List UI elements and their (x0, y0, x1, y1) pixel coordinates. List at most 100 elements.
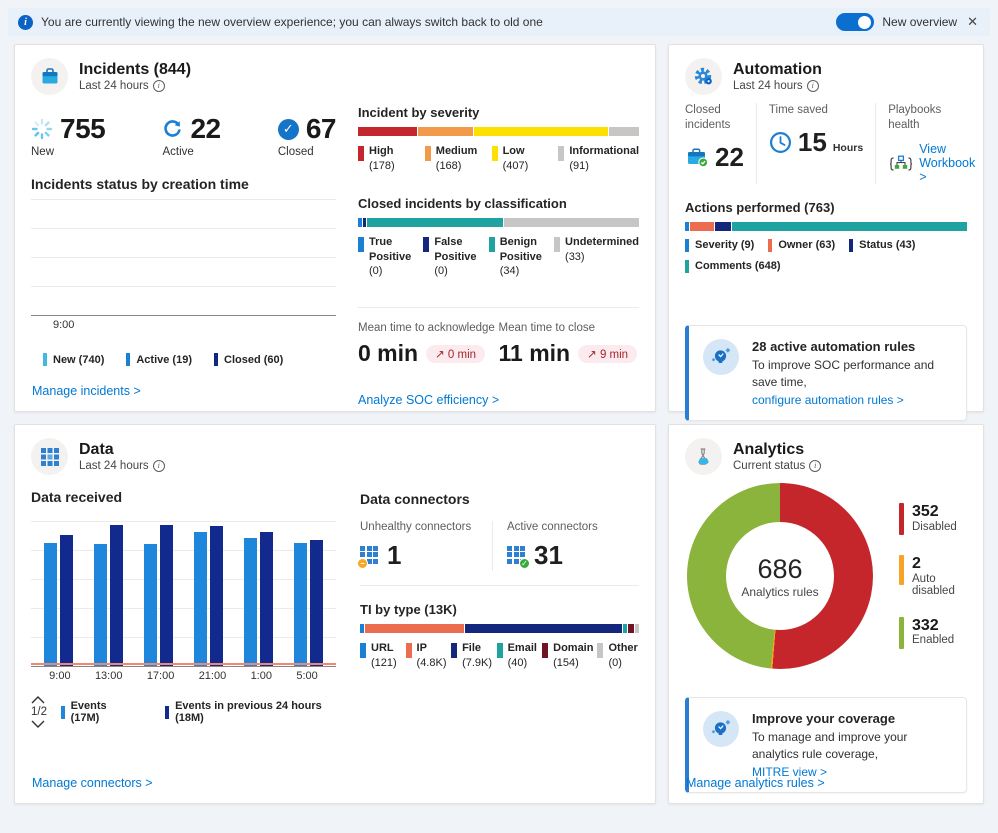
legend-swatch (423, 237, 429, 252)
legend-swatch (406, 643, 412, 658)
new-count: 755 (60, 113, 105, 145)
legend-item: Benign Positive(34) (489, 235, 548, 280)
chevron-down-icon[interactable] (31, 720, 45, 728)
mean-time-acknowledge: Mean time to acknowledge 0 min ↗ 0 min (358, 322, 499, 367)
legend-swatch (554, 237, 560, 252)
analytics-card: Analytics Current status i 686 Analytics … (668, 424, 984, 804)
legend-swatch (492, 146, 498, 161)
view-workbook-link[interactable]: View Workbook > (888, 142, 975, 184)
legend-swatch (43, 353, 47, 366)
toggle-label: New overview (882, 15, 957, 29)
legend-item: Undetermined(33) (554, 235, 639, 280)
legend-item: Comments (648) (685, 260, 781, 273)
legend-swatch (126, 353, 130, 366)
legend-item: High(178) (358, 144, 419, 174)
legend-item: False Positive(0) (423, 235, 482, 280)
data-connectors-title: Data connectors (360, 491, 639, 507)
severity-chart-title: Incident by severity (358, 105, 639, 120)
severity-bar (358, 127, 639, 136)
data-icon (31, 438, 68, 475)
bar-group (44, 519, 73, 666)
toggle-knob (858, 16, 871, 29)
bar-group (194, 519, 223, 666)
ti-legend: URL(121) IP(4.8K) File(7.9K) Email(40) D… (360, 641, 639, 671)
info-icon[interactable]: i (809, 460, 821, 472)
configure-automation-rules-link[interactable]: configure automation rules > (752, 393, 904, 407)
banner-message: You are currently viewing the new overvi… (41, 15, 543, 29)
x-axis-labels: 9:0013:0017:0021:001:005:00 (31, 670, 336, 682)
bar-segment (690, 222, 714, 231)
bar-segment (358, 127, 417, 136)
card-subtitle: Current status (733, 460, 805, 472)
delta-badge: ↗ 0 min (426, 345, 485, 363)
legend-item: IP(4.8K) (406, 641, 448, 671)
stat-new: 755 New (31, 113, 105, 158)
bar-segment (360, 624, 364, 633)
manage-analytics-rules-link[interactable]: Manage analytics rules > (686, 776, 825, 790)
x-axis-label: 17:00 (147, 670, 175, 682)
card-subtitle: Last 24 hours (79, 460, 149, 472)
playbooks-health-stat: Playbooks health View Workbook > (875, 103, 987, 184)
info-icon[interactable]: i (153, 460, 165, 472)
card-title: Analytics (733, 441, 821, 459)
incidents-icon (31, 58, 68, 95)
legend-swatch (849, 239, 853, 252)
creation-chart-title: Incidents status by creation time (31, 176, 336, 192)
legend-item: True Positive(0) (358, 235, 417, 280)
x-axis-label: 9:00 (49, 670, 70, 682)
bar-segment (504, 218, 639, 227)
chevron-up-icon[interactable] (31, 696, 45, 704)
legend-swatch (61, 706, 65, 719)
manage-connectors-link[interactable]: Manage connectors > (32, 776, 153, 790)
actions-bar (685, 222, 967, 231)
analytics-donut-chart: 686 Analytics rules (687, 483, 873, 669)
analyze-soc-efficiency-link[interactable]: Analyze SOC efficiency > (358, 393, 499, 407)
incidents-creation-chart (31, 199, 336, 316)
info-icon[interactable]: i (153, 80, 165, 92)
bar-segment (628, 624, 633, 633)
automation-rules-callout: 28 active automation rules To improve SO… (685, 325, 967, 421)
briefcase-check-icon (685, 146, 709, 168)
closed-count: 67 (306, 113, 336, 145)
legend-item: Severity (9) (685, 239, 754, 252)
spinner-icon (31, 118, 53, 140)
bar-segment (418, 127, 473, 136)
clock-icon (769, 131, 792, 154)
stat-label: Active (162, 146, 220, 158)
new-overview-toggle[interactable] (836, 13, 874, 31)
legend-swatch (497, 643, 503, 658)
classification-chart-title: Closed incidents by classification (358, 196, 639, 211)
card-subtitle: Last 24 hours (733, 80, 803, 92)
incidents-card: Incidents (844) Last 24 hoursi (14, 44, 656, 412)
legend-item: Events in previous 24 hours (18M) (165, 700, 336, 724)
card-title: Automation (733, 61, 822, 79)
legend-swatch (597, 643, 603, 658)
unhealthy-connectors-stat: Unhealthy connectors − 1 (360, 521, 492, 571)
legend-item: Low(407) (492, 144, 553, 174)
severity-legend: High(178) Medium(168) Low(407) Informati… (358, 144, 639, 174)
chart-pager: 1/2 (31, 696, 47, 728)
data-card: Data Last 24 hoursi Data received 9:0013… (14, 424, 656, 804)
x-axis-tick: 9:00 (53, 319, 336, 331)
info-icon[interactable]: i (807, 80, 819, 92)
legend-item: Other(0) (597, 641, 639, 671)
legend-item: Domain(154) (542, 641, 593, 671)
legend-swatch (685, 239, 689, 252)
manage-incidents-link[interactable]: Manage incidents > (32, 384, 141, 398)
bar-segment (715, 222, 731, 231)
donut-legend: 352Disabled 2Auto disabled 332Enabled (899, 503, 967, 649)
card-title: Data (79, 441, 165, 459)
check-circle-icon: ✓ (278, 119, 299, 140)
x-axis-label: 21:00 (199, 670, 227, 682)
bar-segment (609, 127, 639, 136)
legend-item: Closed (60) (214, 353, 283, 366)
data-chart-legend: Events (17M)Events in previous 24 hours … (61, 700, 336, 724)
data-received-title: Data received (31, 489, 336, 505)
automation-icon (685, 58, 722, 95)
bar-group (94, 519, 123, 666)
refresh-icon (162, 119, 183, 140)
legend-item: URL(121) (360, 641, 402, 671)
legend-item: File(7.9K) (451, 641, 493, 671)
x-axis-label: 5:00 (296, 670, 317, 682)
close-icon[interactable]: ✕ (965, 14, 980, 30)
